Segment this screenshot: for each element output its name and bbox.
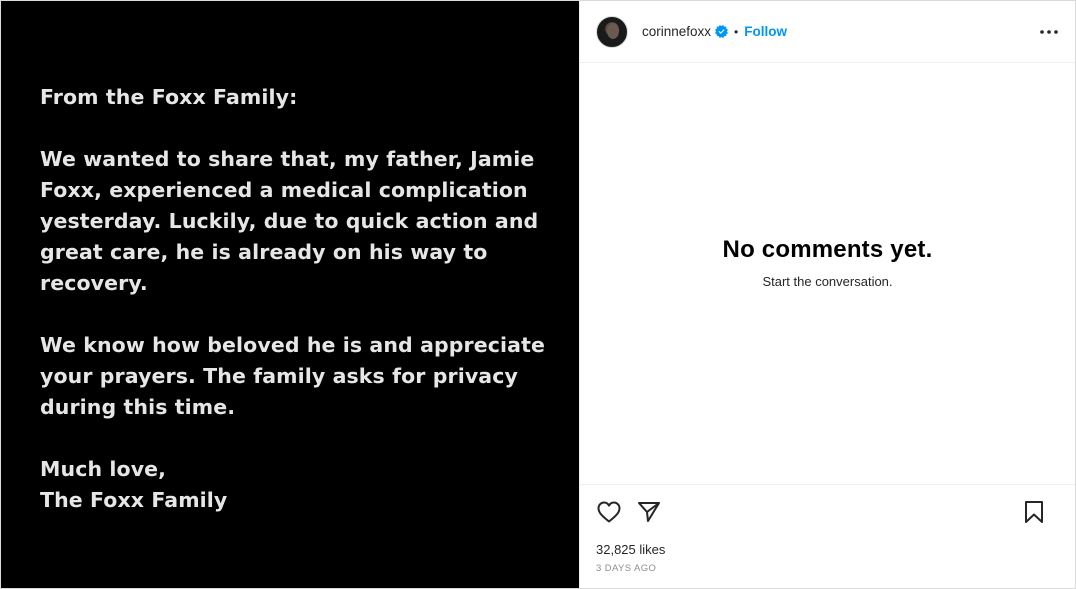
- heart-icon: [597, 501, 621, 523]
- paper-plane-icon: [638, 502, 660, 522]
- post-media[interactable]: From the Foxx Family: We wanted to share…: [1, 1, 579, 588]
- header-separator: •: [734, 24, 739, 39]
- share-button[interactable]: [636, 499, 662, 525]
- save-button[interactable]: [1021, 499, 1047, 525]
- verified-badge-icon: [715, 25, 729, 38]
- announcement-paragraph-2: We know how beloved he is and appreciate…: [40, 333, 545, 419]
- avatar-face: [607, 22, 619, 39]
- post-sidebar: corinnefoxx • Follow No comments yet. St…: [579, 1, 1075, 588]
- bookmark-icon: [1025, 501, 1043, 523]
- comments-section: No comments yet. Start the conversation.: [580, 63, 1075, 485]
- start-conversation-text: Start the conversation.: [762, 274, 893, 289]
- like-button[interactable]: [596, 499, 622, 525]
- signoff-line-1: Much love,: [40, 457, 167, 481]
- announcement-paragraph-1: We wanted to share that, my father, Jami…: [40, 147, 539, 295]
- likes-count[interactable]: 32,825 likes: [580, 539, 1075, 557]
- more-options-icon: [1040, 30, 1058, 34]
- announcement-heading: From the Foxx Family:: [40, 85, 298, 109]
- more-options-button[interactable]: [1039, 23, 1059, 41]
- no-comments-title: No comments yet.: [722, 236, 933, 263]
- announcement-signoff: Much love, The Foxx Family: [40, 454, 550, 516]
- post-header: corinnefoxx • Follow: [580, 1, 1075, 63]
- username-link[interactable]: corinnefoxx: [642, 24, 711, 39]
- announcement-text: From the Foxx Family: We wanted to share…: [40, 82, 550, 547]
- post-timestamp[interactable]: 3 DAYS AGO: [580, 557, 1075, 588]
- avatar[interactable]: [596, 15, 628, 48]
- signoff-line-2: The Foxx Family: [40, 488, 228, 512]
- follow-button[interactable]: Follow: [744, 24, 787, 39]
- instagram-post: From the Foxx Family: We wanted to share…: [0, 0, 1076, 589]
- action-bar: [580, 485, 1075, 539]
